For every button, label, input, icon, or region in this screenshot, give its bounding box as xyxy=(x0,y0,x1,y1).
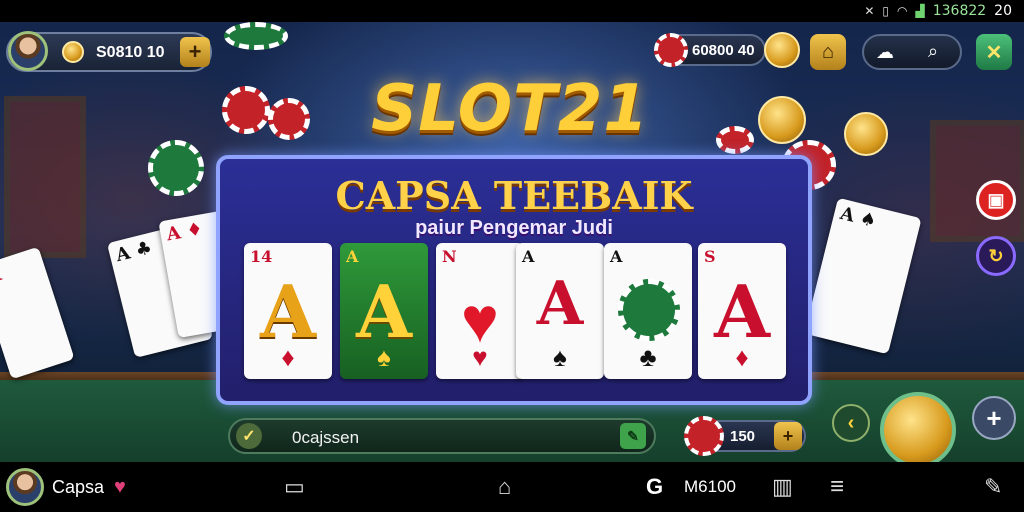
poker-chip xyxy=(224,22,288,50)
home-nav-button[interactable]: ⌂ xyxy=(498,462,511,512)
playing-card[interactable]: S A ♦ xyxy=(698,243,786,379)
wifi-icon: ◠ xyxy=(897,4,908,18)
refresh-button[interactable]: ↻ xyxy=(976,236,1016,276)
bottom-nav-bar: Capsa ♥ ▭ ⌂ G M6100 ▥ ≡ ✎ xyxy=(0,462,1024,512)
player-coins: S0810 10 xyxy=(96,44,165,61)
gold-coin xyxy=(844,112,888,156)
card-corner: S xyxy=(704,247,716,266)
add-button[interactable]: + xyxy=(972,396,1016,440)
game-panel: CAPSA TEEBAIK paiur Pengemar Judi 14 A ♦… xyxy=(216,155,812,405)
playing-card[interactable]: A A ♣ xyxy=(604,243,692,379)
playing-card[interactable]: A A ♠ xyxy=(516,243,604,379)
mute-icon: ✕ xyxy=(864,4,875,18)
card-corner: 14 xyxy=(250,247,273,266)
spade-icon: ♠ xyxy=(553,342,567,372)
message-input[interactable]: 0cajssen xyxy=(292,428,359,448)
menu-icon[interactable]: ≡ xyxy=(830,462,844,512)
recent-apps-button[interactable]: ▭ xyxy=(284,462,305,512)
spin-coin-button[interactable] xyxy=(880,392,956,468)
poker-chip xyxy=(716,126,754,154)
card-corner: N xyxy=(442,247,457,266)
message-input-bar[interactable]: ✓ 0cajssen ✎ xyxy=(228,418,656,454)
wall-poster-left xyxy=(4,96,86,258)
user-avatar[interactable] xyxy=(6,468,44,506)
clock: 20 xyxy=(994,3,1012,19)
game-logo: SLOT21 xyxy=(371,72,649,146)
g-app-icon[interactable]: G xyxy=(646,462,663,512)
playing-card[interactable]: A A ♠ xyxy=(340,243,428,379)
poker-chip xyxy=(148,140,204,196)
network-text: 136822 xyxy=(932,3,987,19)
nav-counter: M6100 xyxy=(684,477,736,496)
username: Capsa xyxy=(52,476,105,497)
heart-icon: ♥ xyxy=(472,342,488,372)
chip-stack-icon xyxy=(654,33,688,67)
card-corner: A xyxy=(522,247,535,266)
panel-subtitle: paiur Pengemar Judi xyxy=(415,217,613,239)
send-button[interactable]: ✎ xyxy=(620,423,646,449)
heart-icon[interactable]: ♥ xyxy=(114,476,126,499)
back-arrow-button[interactable]: ‹ xyxy=(832,404,870,442)
playing-card[interactable]: 14 A ♦ xyxy=(244,243,332,379)
shop-coin-button[interactable] xyxy=(764,32,800,68)
camera-button[interactable]: ▣ xyxy=(976,180,1016,220)
status-bar: ✕ ▯ ◠ ▟ 136822 20 xyxy=(0,0,1024,22)
poker-chip xyxy=(268,98,310,140)
home-button[interactable]: ⌂ xyxy=(810,34,846,70)
bet-amount: 150 xyxy=(730,428,756,445)
poker-chip xyxy=(222,86,270,134)
gold-coin xyxy=(758,96,806,144)
add-coins-button[interactable]: + xyxy=(180,37,210,67)
player-avatar[interactable] xyxy=(8,31,48,71)
search-bar[interactable]: ☁ ⌕ xyxy=(862,34,962,70)
club-icon: ♣ xyxy=(639,342,657,372)
gem-balance-pill[interactable]: 60800 40 xyxy=(654,33,766,67)
card-corner: A xyxy=(610,247,623,266)
vibrate-icon: ▯ xyxy=(882,4,889,18)
diamond-icon: ♦ xyxy=(735,342,749,372)
map-icon: ☁ xyxy=(876,42,894,62)
gem-balance: 60800 40 xyxy=(692,42,755,59)
chip-icon xyxy=(684,416,724,456)
card-corner: A xyxy=(346,247,359,266)
panel-title: CAPSA TEEBAIK xyxy=(335,173,693,218)
card-rank: A xyxy=(536,269,584,339)
close-button[interactable]: ✕ xyxy=(976,34,1012,70)
coin-stack-icon xyxy=(62,41,84,63)
playing-card[interactable]: N N ♥ ♥ xyxy=(436,243,524,379)
search-icon[interactable]: ⌕ xyxy=(928,41,938,62)
signal-icon: ▟ xyxy=(915,4,925,18)
spade-icon: ♠ xyxy=(377,342,391,372)
diamond-icon: ♦ xyxy=(281,342,295,372)
bet-amount-pill[interactable]: 150 + xyxy=(684,416,806,456)
trash-icon[interactable]: ▥ xyxy=(772,462,793,512)
wall-poster-right xyxy=(930,120,1024,242)
eyedropper-icon[interactable]: ✎ xyxy=(984,462,1002,512)
raise-bet-button[interactable]: + xyxy=(774,422,802,450)
check-icon: ✓ xyxy=(236,423,262,449)
